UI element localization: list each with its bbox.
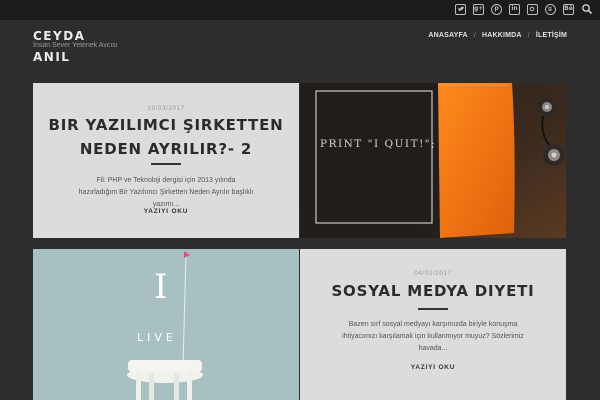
post-title-line[interactable]: BIR YAZILIMCI ŞIRKETTEN xyxy=(43,113,289,137)
site-tagline: İnsan Sever Yetenek Avcısı xyxy=(33,42,118,49)
pinterest-icon[interactable]: p xyxy=(491,4,502,15)
google-plus-icon[interactable]: g+ xyxy=(473,4,484,15)
search-icon[interactable] xyxy=(581,3,593,15)
top-bar: g+ p in Bē xyxy=(0,0,600,20)
instagram-icon[interactable] xyxy=(527,4,538,15)
post-title-line[interactable]: SOSYAL MEDYA DIYETI xyxy=(310,279,556,303)
i-live-heading: I xyxy=(154,267,168,307)
post-excerpt: Fil: PHP ve Teknoloji dergisi için 2013 … xyxy=(78,177,254,208)
post-date: 04/02/2017 xyxy=(414,270,452,277)
post-title-line[interactable]: NEDEN AYRILIR?- 2 xyxy=(43,137,289,161)
print-quit-text: PRINT "I QUIT!"; xyxy=(320,138,437,150)
main-nav: ANASAYFA / HAKKIMDA / İLETİŞİM xyxy=(428,32,567,39)
site-title-last[interactable]: ANIL xyxy=(33,50,70,64)
spotify-icon[interactable] xyxy=(545,4,556,15)
nav-item-home[interactable]: ANASAYFA xyxy=(428,32,467,39)
i-live-word: LIVE xyxy=(137,331,177,344)
twitter-icon[interactable] xyxy=(455,4,466,15)
post-title[interactable]: SOSYAL MEDYA DIYETI xyxy=(310,279,556,303)
nav-item-about[interactable]: HAKKIMDA xyxy=(482,32,522,39)
title-divider xyxy=(151,163,181,165)
post-image-i-live[interactable]: I LIVE xyxy=(33,249,299,400)
desk-photo xyxy=(300,83,566,238)
read-more-link[interactable]: YAZIYI OKU xyxy=(33,208,299,215)
behance-icon[interactable]: Bē xyxy=(563,4,574,15)
post-card: 04/02/2017 SOSYAL MEDYA DIYETI Bazen sır… xyxy=(300,249,566,400)
title-divider xyxy=(418,308,448,310)
post-card: 19/03/2017 BIR YAZILIMCI ŞIRKETTEN NEDEN… xyxy=(33,83,299,238)
post-image-print-quit[interactable]: PRINT "I QUIT!"; xyxy=(300,83,566,238)
nav-separator: / xyxy=(473,32,476,39)
nav-separator: / xyxy=(527,32,530,39)
read-more-link[interactable]: YAZIYI OKU xyxy=(300,364,566,371)
post-date: 19/03/2017 xyxy=(147,105,185,112)
nav-item-contact[interactable]: İLETİŞİM xyxy=(536,32,567,39)
social-links: g+ p in Bē xyxy=(455,4,574,15)
linkedin-icon[interactable]: in xyxy=(509,4,520,15)
site-title-first[interactable]: CEYDA xyxy=(33,29,85,43)
post-title[interactable]: BIR YAZILIMCI ŞIRKETTEN NEDEN AYRILIR?- … xyxy=(43,113,289,161)
post-excerpt: Bazen sırf sosyal medyayı karşımızda bir… xyxy=(342,321,524,352)
